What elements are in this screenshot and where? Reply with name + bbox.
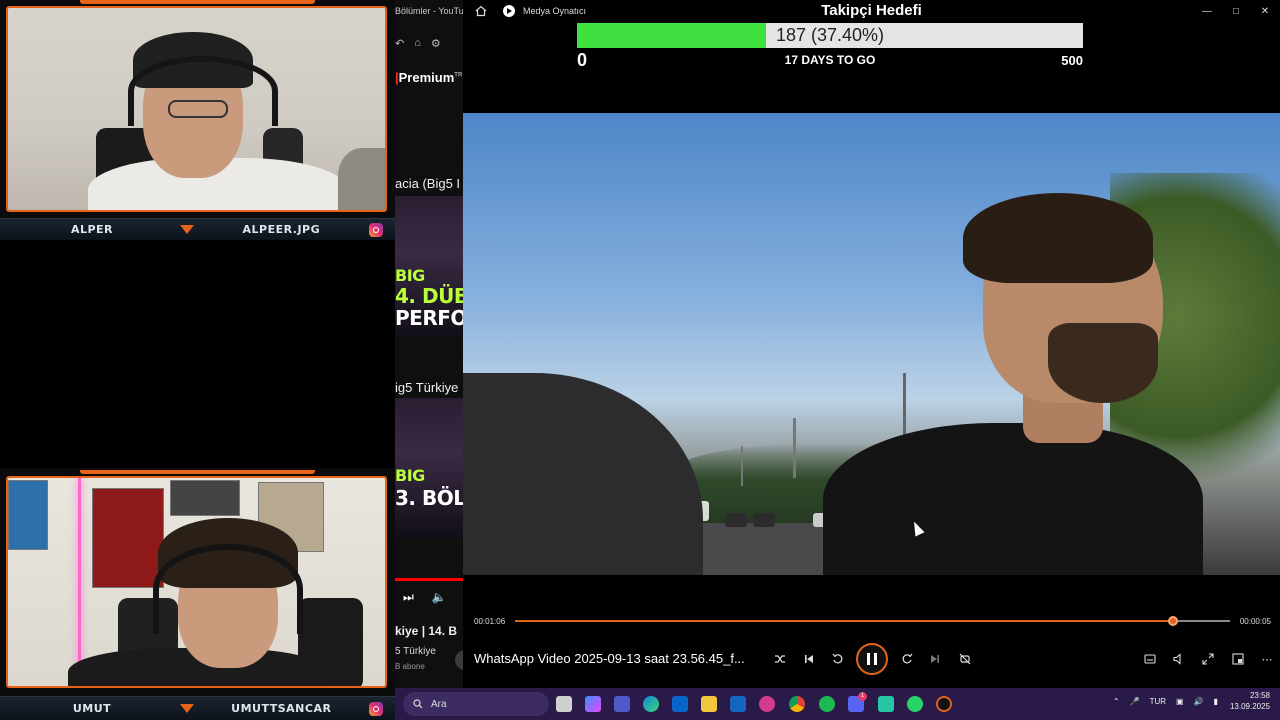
remaining-time: 00:00:05 bbox=[1239, 617, 1271, 626]
mini-player-progress[interactable] bbox=[395, 578, 463, 581]
mini-player-title[interactable]: kiye | 14. B bbox=[395, 624, 457, 638]
video-title[interactable]: ig5 Türkiye bbox=[395, 380, 458, 395]
pause-icon bbox=[867, 653, 877, 665]
app-icon[interactable] bbox=[730, 696, 746, 712]
network-icon[interactable]: ▣ bbox=[1176, 697, 1184, 706]
search-icon bbox=[413, 699, 423, 709]
whatsapp-icon[interactable] bbox=[907, 696, 923, 712]
app-icon[interactable] bbox=[878, 696, 894, 712]
webcam-overlay-top: ALPER ALPEER.JPG bbox=[0, 0, 395, 240]
volume-icon[interactable] bbox=[1170, 650, 1188, 668]
subscribe-button[interactable] bbox=[455, 650, 463, 670]
chrome-icon[interactable] bbox=[789, 696, 805, 712]
seek-handle[interactable] bbox=[1167, 616, 1178, 626]
video-frame[interactable] bbox=[463, 113, 1280, 575]
microphone-icon[interactable]: 🎤 bbox=[1130, 697, 1140, 706]
copilot-icon[interactable] bbox=[585, 696, 601, 712]
goal-progress-label: 187 (37.40%) bbox=[775, 25, 885, 45]
media-player-taskbar-icon[interactable] bbox=[936, 696, 952, 712]
mini-player-controls: ⏭ 🔈 bbox=[403, 588, 463, 606]
seek-bar[interactable] bbox=[515, 616, 1230, 626]
instagram-icon bbox=[368, 701, 383, 716]
youtube-premium-logo[interactable]: |PremiumTR bbox=[395, 70, 462, 85]
browser-tab[interactable]: Bölümler - YouTube bbox=[395, 6, 463, 16]
miniplayer-icon[interactable] bbox=[1229, 650, 1247, 668]
volume-icon[interactable]: 🔈 bbox=[432, 590, 447, 604]
spotify-icon[interactable] bbox=[819, 696, 835, 712]
cam-name-bar-bottom: UMUT UMUTTSANCAR bbox=[0, 696, 395, 720]
rewind-10-icon[interactable] bbox=[829, 650, 847, 668]
battery-icon[interactable]: ▮ bbox=[1214, 697, 1218, 706]
instagram-icon bbox=[368, 222, 383, 237]
teams-icon[interactable] bbox=[614, 696, 630, 712]
chevron-up-icon[interactable]: ⌃ bbox=[1113, 697, 1120, 706]
search-placeholder: Ara bbox=[431, 698, 447, 710]
more-options-icon[interactable]: ⋯ bbox=[1258, 650, 1276, 668]
pause-button[interactable] bbox=[856, 643, 888, 675]
streamer-name-left: UMUT bbox=[72, 702, 112, 715]
captions-icon[interactable] bbox=[1141, 650, 1159, 668]
elapsed-time: 00:01:06 bbox=[474, 617, 506, 626]
youtube-window-partial: Bölümler - YouTube ↶ ⌂ ⚙ |PremiumTR acia… bbox=[395, 0, 463, 688]
goal-progress-bar: 187 (37.40%) bbox=[577, 23, 1083, 48]
video-title[interactable]: acia (Big5 I bbox=[395, 176, 460, 191]
desktop: ALPER ALPEER.JPG UMUT UMUTTSANCAR Bölüml… bbox=[0, 0, 1280, 720]
edge-icon[interactable] bbox=[643, 696, 659, 712]
triangle-icon bbox=[179, 704, 194, 713]
notification-badge: 1 bbox=[858, 692, 867, 701]
forward-30-icon[interactable] bbox=[898, 650, 916, 668]
cam-accent-bar bbox=[80, 470, 315, 474]
webcam-feed-bottom bbox=[6, 476, 387, 688]
next-icon[interactable]: ⏭ bbox=[403, 590, 414, 605]
taskbar-search[interactable]: Ara bbox=[403, 692, 549, 716]
triangle-icon bbox=[179, 225, 194, 234]
app-icon[interactable] bbox=[759, 696, 775, 712]
now-playing-title: WhatsApp Video 2025-09-13 saat 23.56.45_… bbox=[474, 651, 745, 666]
goal-title: Takipçi Hedefi bbox=[821, 2, 922, 19]
settings-icon[interactable]: ⚙ bbox=[431, 37, 441, 50]
language-indicator[interactable]: TUR bbox=[1150, 697, 1166, 706]
streamer-handle: UMUTTSANCAR bbox=[231, 702, 332, 715]
repeat-off-icon[interactable] bbox=[956, 650, 974, 668]
media-player-window: Medya Oynatıcı — □ ✕ Takipçi Hedefi 187 … bbox=[463, 0, 1280, 688]
file-explorer-icon[interactable] bbox=[701, 696, 717, 712]
speaker-icon[interactable]: 🔊 bbox=[1194, 697, 1204, 706]
next-icon[interactable] bbox=[926, 650, 944, 668]
video-thumbnail[interactable]: BIG 3. BÖL bbox=[395, 398, 463, 538]
taskbar: Ara 1 ⌃ 🎤 TUR ▣ 🔊 ▮ 23:58 13.09.2025 bbox=[395, 688, 1280, 720]
outlook-icon[interactable] bbox=[672, 696, 688, 712]
webcam-overlay-bottom: UMUT UMUTTSANCAR bbox=[0, 468, 395, 720]
cam-accent-bar bbox=[80, 0, 315, 4]
home-icon[interactable]: ⌂ bbox=[414, 37, 421, 49]
previous-icon[interactable] bbox=[800, 650, 818, 668]
streamer-name-left: ALPER bbox=[70, 223, 114, 236]
cam-name-bar-top: ALPER ALPEER.JPG bbox=[0, 218, 395, 240]
video-thumbnail[interactable]: BIG 4. DÜB PERFO bbox=[395, 196, 463, 336]
clock-time: 23:58 bbox=[1249, 691, 1270, 700]
shuffle-icon[interactable] bbox=[771, 650, 789, 668]
streamer-handle: ALPEER.JPG bbox=[242, 223, 321, 236]
subscriber-count: B abone bbox=[395, 662, 425, 671]
task-view-icon[interactable] bbox=[556, 696, 572, 712]
goal-max-label: 500 bbox=[1061, 53, 1083, 68]
clock-date: 13.09.2025 bbox=[1229, 702, 1270, 711]
system-tray: ⌃ 🎤 TUR ▣ 🔊 ▮ 23:58 13.09.2025 bbox=[1103, 690, 1270, 712]
browser-nav: ↶ ⌂ ⚙ bbox=[395, 34, 463, 52]
seek-progress bbox=[515, 620, 1173, 622]
webcam-feed-top bbox=[6, 6, 387, 212]
channel-name[interactable]: 5 Türkiye bbox=[395, 646, 436, 657]
back-icon[interactable]: ↶ bbox=[395, 37, 404, 50]
clock[interactable]: 23:58 13.09.2025 bbox=[1230, 690, 1270, 712]
fullscreen-icon[interactable] bbox=[1199, 650, 1217, 668]
